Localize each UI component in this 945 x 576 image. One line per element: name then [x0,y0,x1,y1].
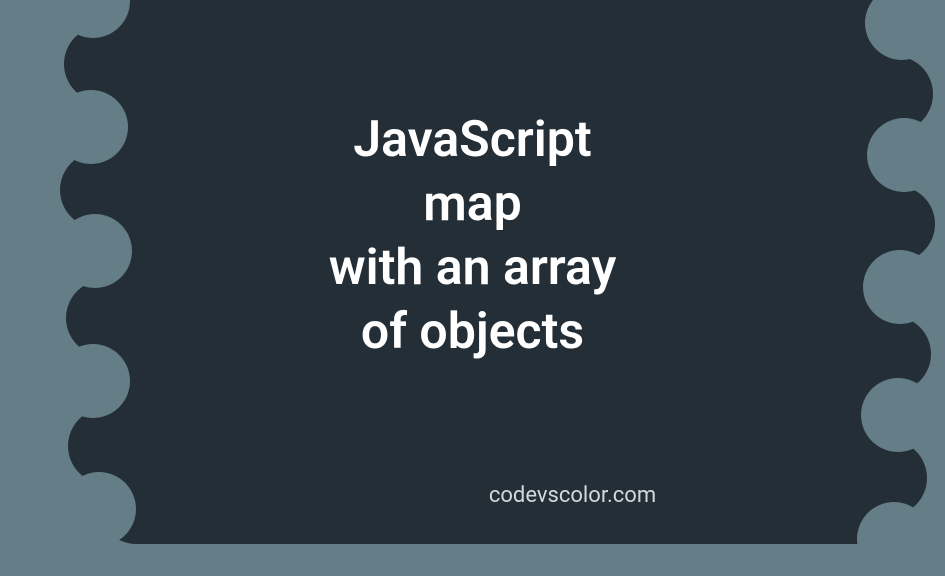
title-line-1: JavaScript [0,108,945,172]
watermark: codevscolor.com [0,483,945,508]
decorative-notch [857,502,931,576]
page-title: JavaScript map with an array of objects [0,108,945,364]
title-line-4: of objects [0,300,945,364]
decorative-notch [861,378,935,452]
decorative-bump [64,26,140,102]
title-line-2: map [0,172,945,236]
title-line-3: with an array [0,236,945,300]
